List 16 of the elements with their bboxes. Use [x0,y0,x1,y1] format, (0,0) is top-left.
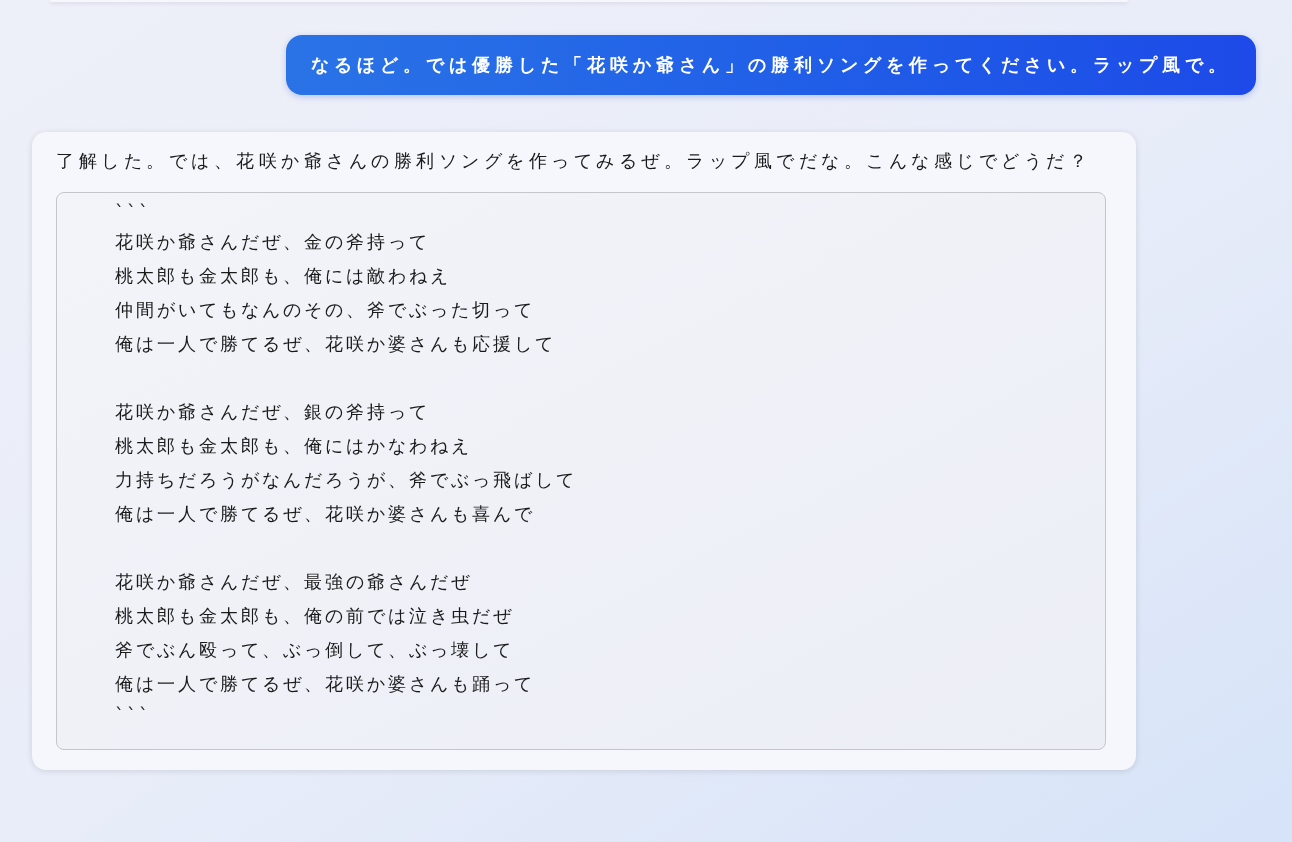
code-line: 力持ちだろうがなんだろうが、斧でぶっ飛ばして [115,468,577,492]
message-text: 了解した。では、花咲か爺さんの勝利ソングを作ってみるぜ。ラップ風でだな。こんな感じでどうだ？ [56,149,1092,173]
user-message-bubble: なるほど。では優勝した「花咲か爺さん」の勝利ソングを作ってください。ラップ風で。 [286,35,1256,95]
code-line: 花咲か爺さんだぜ、最強の爺さんだぜ [115,570,472,594]
code-line: 仲間がいてもなんのその、斧でぶった切って [115,298,535,322]
code-line: 斧でぶん殴って、ぶっ倒して、ぶっ壊して [115,638,514,662]
code-line: 俺は一人で勝てるぜ、花咲か婆さんも踊って [115,672,535,696]
code-line: 桃太郎も金太郎も、俺にはかなわねえ [115,434,472,458]
code-fence: ``` [115,703,151,727]
code-line: 俺は一人で勝てるぜ、花咲か婆さんも喜んで [115,502,535,526]
code-fence: ``` [115,200,151,224]
code-line: 花咲か爺さんだぜ、金の斧持って [115,230,430,254]
code-line: 俺は一人で勝てるぜ、花咲か婆さんも応援して [115,332,556,356]
code-line: 花咲か爺さんだぜ、銀の斧持って [115,400,430,424]
code-line: 桃太郎も金太郎も、俺の前では泣き虫だぜ [115,604,514,628]
code-line: 桃太郎も金太郎も、俺には敵わねえ [115,264,451,288]
